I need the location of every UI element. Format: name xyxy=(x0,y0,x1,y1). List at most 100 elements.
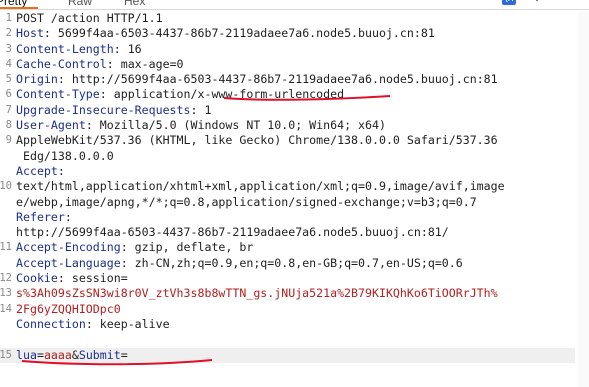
header-value: 5699f4aa-6503-4437-86b7-2119adaee7a6.nod… xyxy=(57,26,435,41)
request-body-line: 15 lua=aaaa&Submit= xyxy=(0,347,575,363)
continuation-text: s%3Ah09sZsSN3wi8r0V_ztVh3s8b8wTTN_gs.jNU… xyxy=(16,286,498,301)
header-name: Accept-Language xyxy=(16,255,121,270)
continuation-text: 2Fg6yZQQHIODpc0 xyxy=(16,301,121,316)
line-content: Referer: xyxy=(16,209,79,224)
line-content: http://5699f4aa-6503-4437-86b7-2119adaee… xyxy=(16,225,449,240)
continuation-text: Edg/138.0.0.0 xyxy=(16,148,114,163)
request-line: 14 2Fg6yZQQHIODpc0 xyxy=(0,302,589,317)
line-number: 13 xyxy=(0,287,12,300)
request-line: 1 POST /action HTTP/1.1 xyxy=(0,11,589,26)
continuation-text: http://5699f4aa-6503-4437-86b7-2119adaee… xyxy=(16,225,449,240)
line-content: Upgrade-Insecure-Requests: 1 xyxy=(16,102,212,117)
line-content: Edg/138.0.0.0 xyxy=(16,149,114,164)
param-value: aaaa xyxy=(43,347,72,362)
header-value: session= xyxy=(71,271,128,286)
chevron-down-icon[interactable]: ⌄ xyxy=(530,0,544,5)
body-params: lua=aaaa&Submit= xyxy=(16,347,128,362)
request-line: 7 Upgrade-Insecure-Requests: 1 xyxy=(0,103,589,118)
request-line: 13 s%3Ah09sZsSN3wi8r0V_ztVh3s8b8wTTN_gs.j… xyxy=(0,286,589,301)
request-line: Accept: xyxy=(0,164,589,179)
line-number: 9 xyxy=(5,134,12,147)
line-number: 15 xyxy=(0,348,12,361)
line-content: text/html,application/xhtml+xml,applicat… xyxy=(16,179,505,194)
line-content: s%3Ah09sZsSN3wi8r0V_ztVh3s8b8wTTN_gs.jNU… xyxy=(16,286,498,301)
line-content: Cookie: session= xyxy=(16,271,128,286)
header-value: 16 xyxy=(127,41,142,56)
header-value: Mozilla/5.0 (Windows NT 10.0; Win64; x64… xyxy=(99,118,386,133)
wrap-toggle-button[interactable]: \n xyxy=(502,0,516,5)
line-number: 7 xyxy=(5,103,12,116)
header-name: Referer xyxy=(16,209,65,224)
header-name: User-Agent xyxy=(16,118,86,133)
line-number: 8 xyxy=(5,119,12,132)
request-line: Edg/138.0.0.0 xyxy=(0,149,589,164)
param-key: lua xyxy=(16,347,37,362)
line-number: 14 xyxy=(0,302,12,315)
line-content: Content-Length: 16 xyxy=(16,41,142,56)
tab-hex[interactable]: Hex xyxy=(124,0,145,8)
request-line: 2 Host: 5699f4aa-6503-4437-86b7-2119adaee… xyxy=(0,26,589,41)
request-line: 12 Cookie: session= xyxy=(0,271,589,286)
vertical-scrollbar[interactable] xyxy=(578,11,589,387)
active-tab-indicator xyxy=(0,7,38,9)
header-name: Accept xyxy=(16,163,58,178)
line-number: 5 xyxy=(5,73,12,86)
line-content: Content-Type: application/x-www-form-url… xyxy=(16,87,345,102)
request-line: 5 Origin: http://5699f4aa-6503-4437-86b7-… xyxy=(0,72,589,87)
header-value: keep-alive xyxy=(99,316,170,331)
request-line: 6 Content-Type: application/x-www-form-ur… xyxy=(0,87,589,102)
header-name: Content-Type xyxy=(16,87,100,102)
request-line: 10 text/html,application/xhtml+xml,applic… xyxy=(0,179,589,194)
request-line: http://5699f4aa-6503-4437-86b7-2119adaee… xyxy=(0,225,589,240)
header-name: Cookie xyxy=(16,271,58,286)
request-line: Accept-Language: zh-CN,zh;q=0.9,en;q=0.8… xyxy=(0,256,589,271)
request-line: 8 User-Agent: Mozilla/5.0 (Windows NT 10.… xyxy=(0,118,589,133)
header-name: Cache-Control xyxy=(16,56,107,71)
line-number: 6 xyxy=(5,88,12,101)
tab-raw[interactable]: Raw xyxy=(68,0,92,8)
header-value: 1 xyxy=(204,102,212,117)
request-line: 4 Cache-Control: max-age=0 xyxy=(0,57,589,72)
line-number: 2 xyxy=(5,27,12,40)
continuation-text: text/html,application/xhtml+xml,applicat… xyxy=(16,179,505,194)
line-content: Connection: keep-alive xyxy=(16,316,170,331)
line-content: e/webp,image/apng,*/*;q=0.8,application/… xyxy=(16,195,477,210)
line-content: User-Agent: Mozilla/5.0 (Windows NT 10.0… xyxy=(16,118,386,133)
request-line xyxy=(0,332,589,347)
line-number: 11 xyxy=(0,241,12,254)
line-content: Cache-Control: max-age=0 xyxy=(16,56,184,71)
request-line: 11 Accept-Encoding: gzip, deflate, br xyxy=(0,240,589,255)
request-line: e/webp,image/apng,*/*;q=0.8,application/… xyxy=(0,195,589,210)
tab-bar: Pretty Raw Hex \n ⌄ ≡ xyxy=(0,0,589,10)
request-line: Connection: keep-alive xyxy=(0,317,589,332)
header-value: zh-CN,zh;q=0.9,en;q=0.8,en-GB;q=0.7,en-U… xyxy=(134,255,463,270)
line-content: AppleWebKit/537.36 (KHTML, like Gecko) C… xyxy=(16,133,498,148)
header-name: Upgrade-Insecure-Requests xyxy=(16,102,191,117)
hamburger-icon[interactable]: ≡ xyxy=(560,0,574,5)
line-number: 10 xyxy=(0,180,12,193)
line-content: Accept: xyxy=(16,163,72,178)
header-name: Host xyxy=(16,26,44,41)
line-content: Origin: http://5699f4aa-6503-4437-86b7-2… xyxy=(16,72,498,87)
line-number: 12 xyxy=(0,272,12,285)
param-key: Submit xyxy=(78,347,121,362)
continuation-text: AppleWebKit/537.36 (KHTML, like Gecko) C… xyxy=(16,133,498,148)
line-number: 1 xyxy=(5,12,12,24)
header-name: Accept-Encoding xyxy=(16,240,121,255)
request-line: 9 AppleWebKit/537.36 (KHTML, like Gecko) … xyxy=(0,133,589,148)
line-content: Accept-Language: zh-CN,zh;q=0.9,en;q=0.8… xyxy=(16,255,463,270)
request-line: 3 Content-Length: 16 xyxy=(0,42,589,57)
header-name: Content-Length xyxy=(16,41,114,56)
header-value: max-age=0 xyxy=(120,56,184,71)
request-editor[interactable]: 1 POST /action HTTP/1.1 2 Host: 5699f4aa-65… xyxy=(0,11,589,363)
header-value: gzip, deflate, br xyxy=(134,240,254,255)
line-content: Host: 5699f4aa-6503-4437-86b7-2119adaee7… xyxy=(16,26,435,41)
line-number: 4 xyxy=(5,57,12,70)
line-content: 2Fg6yZQQHIODpc0 xyxy=(16,302,121,317)
continuation-text: POST /action HTTP/1.1 xyxy=(16,11,163,25)
line-content: POST /action HTTP/1.1 xyxy=(16,11,163,26)
request-line: Referer: xyxy=(0,210,589,225)
line-number: 3 xyxy=(5,42,12,55)
line-content: Accept-Encoding: gzip, deflate, br xyxy=(16,240,254,255)
header-value: http://5699f4aa-6503-4437-86b7-2119adaee… xyxy=(71,72,498,87)
